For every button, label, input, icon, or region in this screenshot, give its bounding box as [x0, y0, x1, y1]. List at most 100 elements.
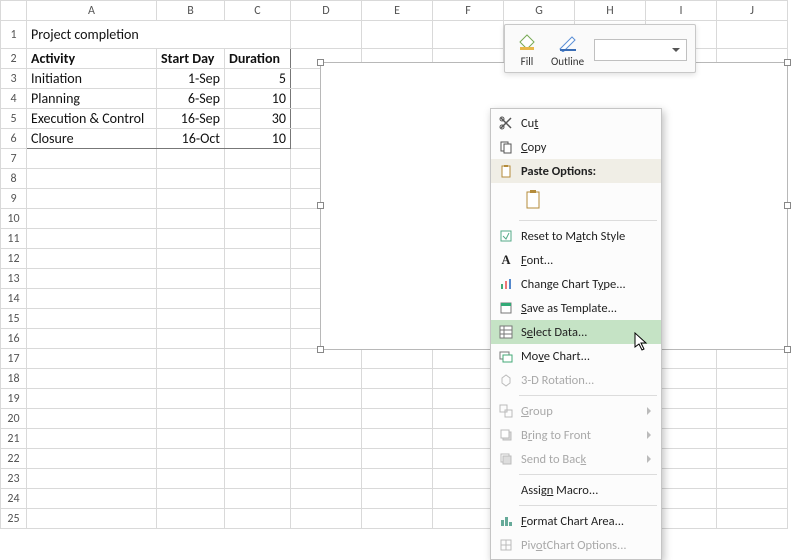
pivot-icon	[495, 538, 517, 552]
submenu-arrow-icon	[647, 407, 655, 415]
col-header-C[interactable]: C	[225, 1, 291, 21]
row-header-12[interactable]: 12	[1, 249, 27, 269]
row-header-13[interactable]: 13	[1, 269, 27, 289]
row-header-19[interactable]: 19	[1, 389, 27, 409]
fill-button[interactable]: Fill	[513, 31, 541, 68]
row-header-3[interactable]: 3	[1, 69, 27, 89]
menu-separator	[519, 474, 657, 475]
row-header-10[interactable]: 10	[1, 209, 27, 229]
cell-A6[interactable]: Closure	[27, 129, 157, 149]
send-back-icon	[495, 452, 517, 466]
menu-paste-options-header: Paste Options:	[491, 159, 661, 183]
mouse-cursor-icon	[634, 332, 650, 352]
menu-copy[interactable]: Copy	[491, 135, 661, 159]
submenu-arrow-icon	[647, 455, 655, 463]
outline-label: Outline	[551, 55, 584, 68]
row-header-7[interactable]: 7	[1, 149, 27, 169]
row-header-17[interactable]: 17	[1, 349, 27, 369]
outline-button[interactable]: Outline	[551, 31, 584, 68]
resize-handle[interactable]	[784, 59, 791, 66]
row-header-9[interactable]: 9	[1, 189, 27, 209]
menu-label: Paste Options:	[517, 164, 655, 179]
save-template-icon	[495, 301, 517, 315]
row-header-25[interactable]: 25	[1, 509, 27, 529]
menu-label: Group	[517, 404, 643, 419]
col-header-G[interactable]: G	[504, 1, 575, 21]
cell-A5[interactable]: Execution & Control	[27, 109, 157, 129]
resize-handle[interactable]	[317, 59, 324, 66]
menu-separator	[519, 505, 657, 506]
menu-cut[interactable]: Cut	[491, 111, 661, 135]
col-header-E[interactable]: E	[362, 1, 433, 21]
cell-A4[interactable]: Planning	[27, 89, 157, 109]
menu-change-chart-type[interactable]: Change Chart Type...	[491, 272, 661, 296]
font-icon: A	[495, 253, 517, 268]
menu-label: Copy	[517, 140, 655, 155]
submenu-arrow-icon	[647, 431, 655, 439]
menu-label: Font...	[517, 253, 655, 268]
resize-handle[interactable]	[784, 202, 791, 209]
cell-start-header[interactable]: Start Day	[157, 49, 225, 69]
cell-activity-header[interactable]: Activity	[27, 49, 157, 69]
menu-label: 3-D Rotation...	[517, 373, 655, 388]
col-header-J[interactable]: J	[717, 1, 788, 21]
menu-reset-style[interactable]: Reset to Match Style	[491, 224, 661, 248]
row-header-16[interactable]: 16	[1, 329, 27, 349]
col-header-F[interactable]: F	[433, 1, 504, 21]
row-header-15[interactable]: 15	[1, 309, 27, 329]
menu-label: Bring to Front	[517, 428, 643, 443]
cell-B3[interactable]: 1-Sep	[157, 69, 225, 89]
rotation-3d-icon	[495, 373, 517, 387]
row-header-1[interactable]: 1	[1, 21, 27, 49]
menu-assign-macro[interactable]: Assign Macro...	[491, 478, 661, 502]
row-header-23[interactable]: 23	[1, 469, 27, 489]
copy-icon	[495, 140, 517, 154]
menu-label: Cut	[517, 116, 655, 131]
row-header-22[interactable]: 22	[1, 449, 27, 469]
col-header-D[interactable]: D	[291, 1, 362, 21]
cell-C6[interactable]: 10	[225, 129, 291, 149]
row-header-11[interactable]: 11	[1, 229, 27, 249]
menu-format-chart-area[interactable]: Format Chart Area...	[491, 509, 661, 533]
row-header-5[interactable]: 5	[1, 109, 27, 129]
select-data-icon	[495, 325, 517, 339]
row-header-8[interactable]: 8	[1, 169, 27, 189]
cell-B6[interactable]: 16-Oct	[157, 129, 225, 149]
corner-cell[interactable]	[1, 1, 27, 21]
menu-font[interactable]: A Font...	[491, 248, 661, 272]
row-header-21[interactable]: 21	[1, 429, 27, 449]
cell-C4[interactable]: 10	[225, 89, 291, 109]
row-header-20[interactable]: 20	[1, 409, 27, 429]
menu-label: Send to Back	[517, 452, 643, 467]
col-header-H[interactable]: H	[575, 1, 646, 21]
mini-toolbar: Fill Outline	[504, 24, 696, 73]
cell-B5[interactable]: 16-Sep	[157, 109, 225, 129]
row-header-24[interactable]: 24	[1, 489, 27, 509]
row-header-18[interactable]: 18	[1, 369, 27, 389]
cell-A3[interactable]: Initiation	[27, 69, 157, 89]
col-header-I[interactable]: I	[646, 1, 717, 21]
resize-handle[interactable]	[317, 202, 324, 209]
title-cell[interactable]: Project completion	[27, 21, 291, 49]
cell-C3[interactable]: 5	[225, 69, 291, 89]
cell-B4[interactable]: 6-Sep	[157, 89, 225, 109]
resize-handle[interactable]	[317, 346, 324, 353]
col-header-A[interactable]: A	[27, 1, 157, 21]
menu-separator	[519, 220, 657, 221]
menu-bring-to-front: Bring to Front	[491, 423, 661, 447]
pen-outline-icon	[554, 31, 582, 53]
row-header-2[interactable]: 2	[1, 49, 27, 69]
paste-option-default[interactable]	[521, 187, 547, 213]
style-dropdown[interactable]	[594, 39, 687, 61]
menu-label: Reset to Match Style	[517, 229, 655, 244]
col-header-B[interactable]: B	[157, 1, 225, 21]
menu-save-template[interactable]: Save as Template...	[491, 296, 661, 320]
menu-label: Format Chart Area...	[517, 514, 655, 529]
resize-handle[interactable]	[784, 346, 791, 353]
cell-duration-header[interactable]: Duration	[225, 49, 291, 69]
cell-C5[interactable]: 30	[225, 109, 291, 129]
row-header-4[interactable]: 4	[1, 89, 27, 109]
menu-send-to-back: Send to Back	[491, 447, 661, 471]
row-header-14[interactable]: 14	[1, 289, 27, 309]
row-header-6[interactable]: 6	[1, 129, 27, 149]
